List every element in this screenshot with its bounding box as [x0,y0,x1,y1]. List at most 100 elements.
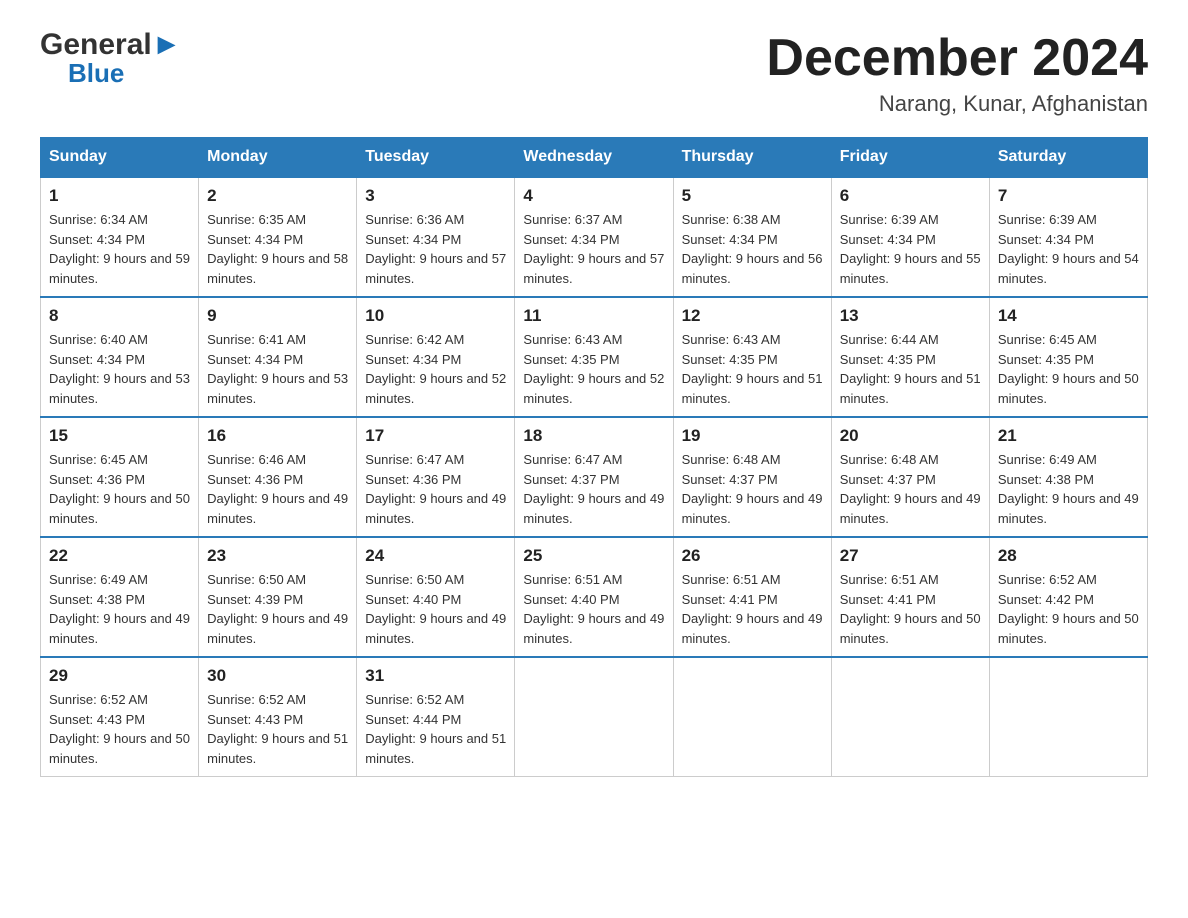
day-cell: 25 Sunrise: 6:51 AMSunset: 4:40 PMDayligh… [515,537,673,657]
day-number: 10 [365,306,506,326]
calendar-header: SundayMondayTuesdayWednesdayThursdayFrid… [41,138,1148,178]
header-cell-sunday: Sunday [41,138,199,178]
day-cell: 29 Sunrise: 6:52 AMSunset: 4:43 PMDayligh… [41,657,199,777]
week-row-1: 1 Sunrise: 6:34 AMSunset: 4:34 PMDaylight… [41,177,1148,297]
day-info: Sunrise: 6:49 AMSunset: 4:38 PMDaylight:… [998,450,1139,528]
day-number: 31 [365,666,506,686]
header-cell-monday: Monday [199,138,357,178]
day-number: 2 [207,186,348,206]
day-cell: 8 Sunrise: 6:40 AMSunset: 4:34 PMDaylight… [41,297,199,417]
month-title: December 2024 [766,30,1148,87]
day-cell [673,657,831,777]
day-cell: 27 Sunrise: 6:51 AMSunset: 4:41 PMDayligh… [831,537,989,657]
location: Narang, Kunar, Afghanistan [766,91,1148,117]
day-info: Sunrise: 6:43 AMSunset: 4:35 PMDaylight:… [523,330,664,408]
day-cell: 23 Sunrise: 6:50 AMSunset: 4:39 PMDayligh… [199,537,357,657]
day-number: 8 [49,306,190,326]
day-number: 23 [207,546,348,566]
day-number: 16 [207,426,348,446]
day-cell [515,657,673,777]
day-number: 14 [998,306,1139,326]
day-info: Sunrise: 6:41 AMSunset: 4:34 PMDaylight:… [207,330,348,408]
day-info: Sunrise: 6:48 AMSunset: 4:37 PMDaylight:… [840,450,981,528]
day-info: Sunrise: 6:50 AMSunset: 4:39 PMDaylight:… [207,570,348,648]
day-number: 22 [49,546,190,566]
day-info: Sunrise: 6:34 AMSunset: 4:34 PMDaylight:… [49,210,190,288]
day-number: 21 [998,426,1139,446]
logo-text: General► Blue [40,30,181,86]
day-number: 3 [365,186,506,206]
day-number: 25 [523,546,664,566]
day-info: Sunrise: 6:51 AMSunset: 4:41 PMDaylight:… [682,570,823,648]
title-block: December 2024 Narang, Kunar, Afghanistan [766,30,1148,117]
page-header: General► Blue December 2024 Narang, Kuna… [40,30,1148,117]
day-number: 26 [682,546,823,566]
day-cell: 21 Sunrise: 6:49 AMSunset: 4:38 PMDayligh… [989,417,1147,537]
day-cell: 30 Sunrise: 6:52 AMSunset: 4:43 PMDayligh… [199,657,357,777]
day-number: 18 [523,426,664,446]
day-info: Sunrise: 6:36 AMSunset: 4:34 PMDaylight:… [365,210,506,288]
day-cell: 24Sunrise: 6:50 AMSunset: 4:40 PMDayligh… [357,537,515,657]
day-info: Sunrise: 6:37 AMSunset: 4:34 PMDaylight:… [523,210,664,288]
day-cell [989,657,1147,777]
day-info: Sunrise: 6:52 AMSunset: 4:44 PMDaylight:… [365,690,506,768]
day-cell: 14 Sunrise: 6:45 AMSunset: 4:35 PMDayligh… [989,297,1147,417]
week-row-4: 22 Sunrise: 6:49 AMSunset: 4:38 PMDayligh… [41,537,1148,657]
day-number: 27 [840,546,981,566]
day-cell: 9 Sunrise: 6:41 AMSunset: 4:34 PMDaylight… [199,297,357,417]
day-number: 29 [49,666,190,686]
day-info: Sunrise: 6:52 AMSunset: 4:42 PMDaylight:… [998,570,1139,648]
day-info: Sunrise: 6:45 AMSunset: 4:35 PMDaylight:… [998,330,1139,408]
week-row-2: 8 Sunrise: 6:40 AMSunset: 4:34 PMDaylight… [41,297,1148,417]
calendar-table: SundayMondayTuesdayWednesdayThursdayFrid… [40,137,1148,777]
header-cell-friday: Friday [831,138,989,178]
day-info: Sunrise: 6:47 AMSunset: 4:37 PMDaylight:… [523,450,664,528]
day-info: Sunrise: 6:39 AMSunset: 4:34 PMDaylight:… [998,210,1139,288]
header-cell-tuesday: Tuesday [357,138,515,178]
day-cell: 13Sunrise: 6:44 AMSunset: 4:35 PMDayligh… [831,297,989,417]
day-info: Sunrise: 6:49 AMSunset: 4:38 PMDaylight:… [49,570,190,648]
day-info: Sunrise: 6:45 AMSunset: 4:36 PMDaylight:… [49,450,190,528]
day-info: Sunrise: 6:50 AMSunset: 4:40 PMDaylight:… [365,570,506,648]
header-row: SundayMondayTuesdayWednesdayThursdayFrid… [41,138,1148,178]
day-number: 6 [840,186,981,206]
day-info: Sunrise: 6:42 AMSunset: 4:34 PMDaylight:… [365,330,506,408]
day-cell: 11 Sunrise: 6:43 AMSunset: 4:35 PMDayligh… [515,297,673,417]
day-cell: 31 Sunrise: 6:52 AMSunset: 4:44 PMDayligh… [357,657,515,777]
day-info: Sunrise: 6:52 AMSunset: 4:43 PMDaylight:… [49,690,190,768]
day-info: Sunrise: 6:46 AMSunset: 4:36 PMDaylight:… [207,450,348,528]
day-info: Sunrise: 6:51 AMSunset: 4:41 PMDaylight:… [840,570,981,648]
day-number: 7 [998,186,1139,206]
day-info: Sunrise: 6:39 AMSunset: 4:34 PMDaylight:… [840,210,981,288]
day-cell: 18 Sunrise: 6:47 AMSunset: 4:37 PMDayligh… [515,417,673,537]
day-cell: 5Sunrise: 6:38 AMSunset: 4:34 PMDaylight… [673,177,831,297]
day-info: Sunrise: 6:44 AMSunset: 4:35 PMDaylight:… [840,330,981,408]
calendar-body: 1 Sunrise: 6:34 AMSunset: 4:34 PMDaylight… [41,177,1148,777]
day-number: 11 [523,306,664,326]
day-cell: 2 Sunrise: 6:35 AMSunset: 4:34 PMDaylight… [199,177,357,297]
day-cell: 16 Sunrise: 6:46 AMSunset: 4:36 PMDayligh… [199,417,357,537]
day-cell: 4Sunrise: 6:37 AMSunset: 4:34 PMDaylight… [515,177,673,297]
day-info: Sunrise: 6:43 AMSunset: 4:35 PMDaylight:… [682,330,823,408]
day-cell: 6 Sunrise: 6:39 AMSunset: 4:34 PMDaylight… [831,177,989,297]
day-info: Sunrise: 6:47 AMSunset: 4:36 PMDaylight:… [365,450,506,528]
logo: General► Blue [40,30,181,86]
day-cell: 1 Sunrise: 6:34 AMSunset: 4:34 PMDaylight… [41,177,199,297]
day-info: Sunrise: 6:38 AMSunset: 4:34 PMDaylight:… [682,210,823,288]
logo-blue: Blue [68,60,181,86]
day-cell: 19Sunrise: 6:48 AMSunset: 4:37 PMDayligh… [673,417,831,537]
day-info: Sunrise: 6:40 AMSunset: 4:34 PMDaylight:… [49,330,190,408]
day-info: Sunrise: 6:35 AMSunset: 4:34 PMDaylight:… [207,210,348,288]
day-info: Sunrise: 6:51 AMSunset: 4:40 PMDaylight:… [523,570,664,648]
day-cell: 26 Sunrise: 6:51 AMSunset: 4:41 PMDayligh… [673,537,831,657]
day-number: 17 [365,426,506,446]
day-cell: 7 Sunrise: 6:39 AMSunset: 4:34 PMDaylight… [989,177,1147,297]
week-row-3: 15Sunrise: 6:45 AMSunset: 4:36 PMDayligh… [41,417,1148,537]
day-number: 30 [207,666,348,686]
logo-general: General► [40,30,181,60]
day-info: Sunrise: 6:52 AMSunset: 4:43 PMDaylight:… [207,690,348,768]
day-number: 1 [49,186,190,206]
header-cell-saturday: Saturday [989,138,1147,178]
day-number: 9 [207,306,348,326]
day-cell: 15Sunrise: 6:45 AMSunset: 4:36 PMDayligh… [41,417,199,537]
